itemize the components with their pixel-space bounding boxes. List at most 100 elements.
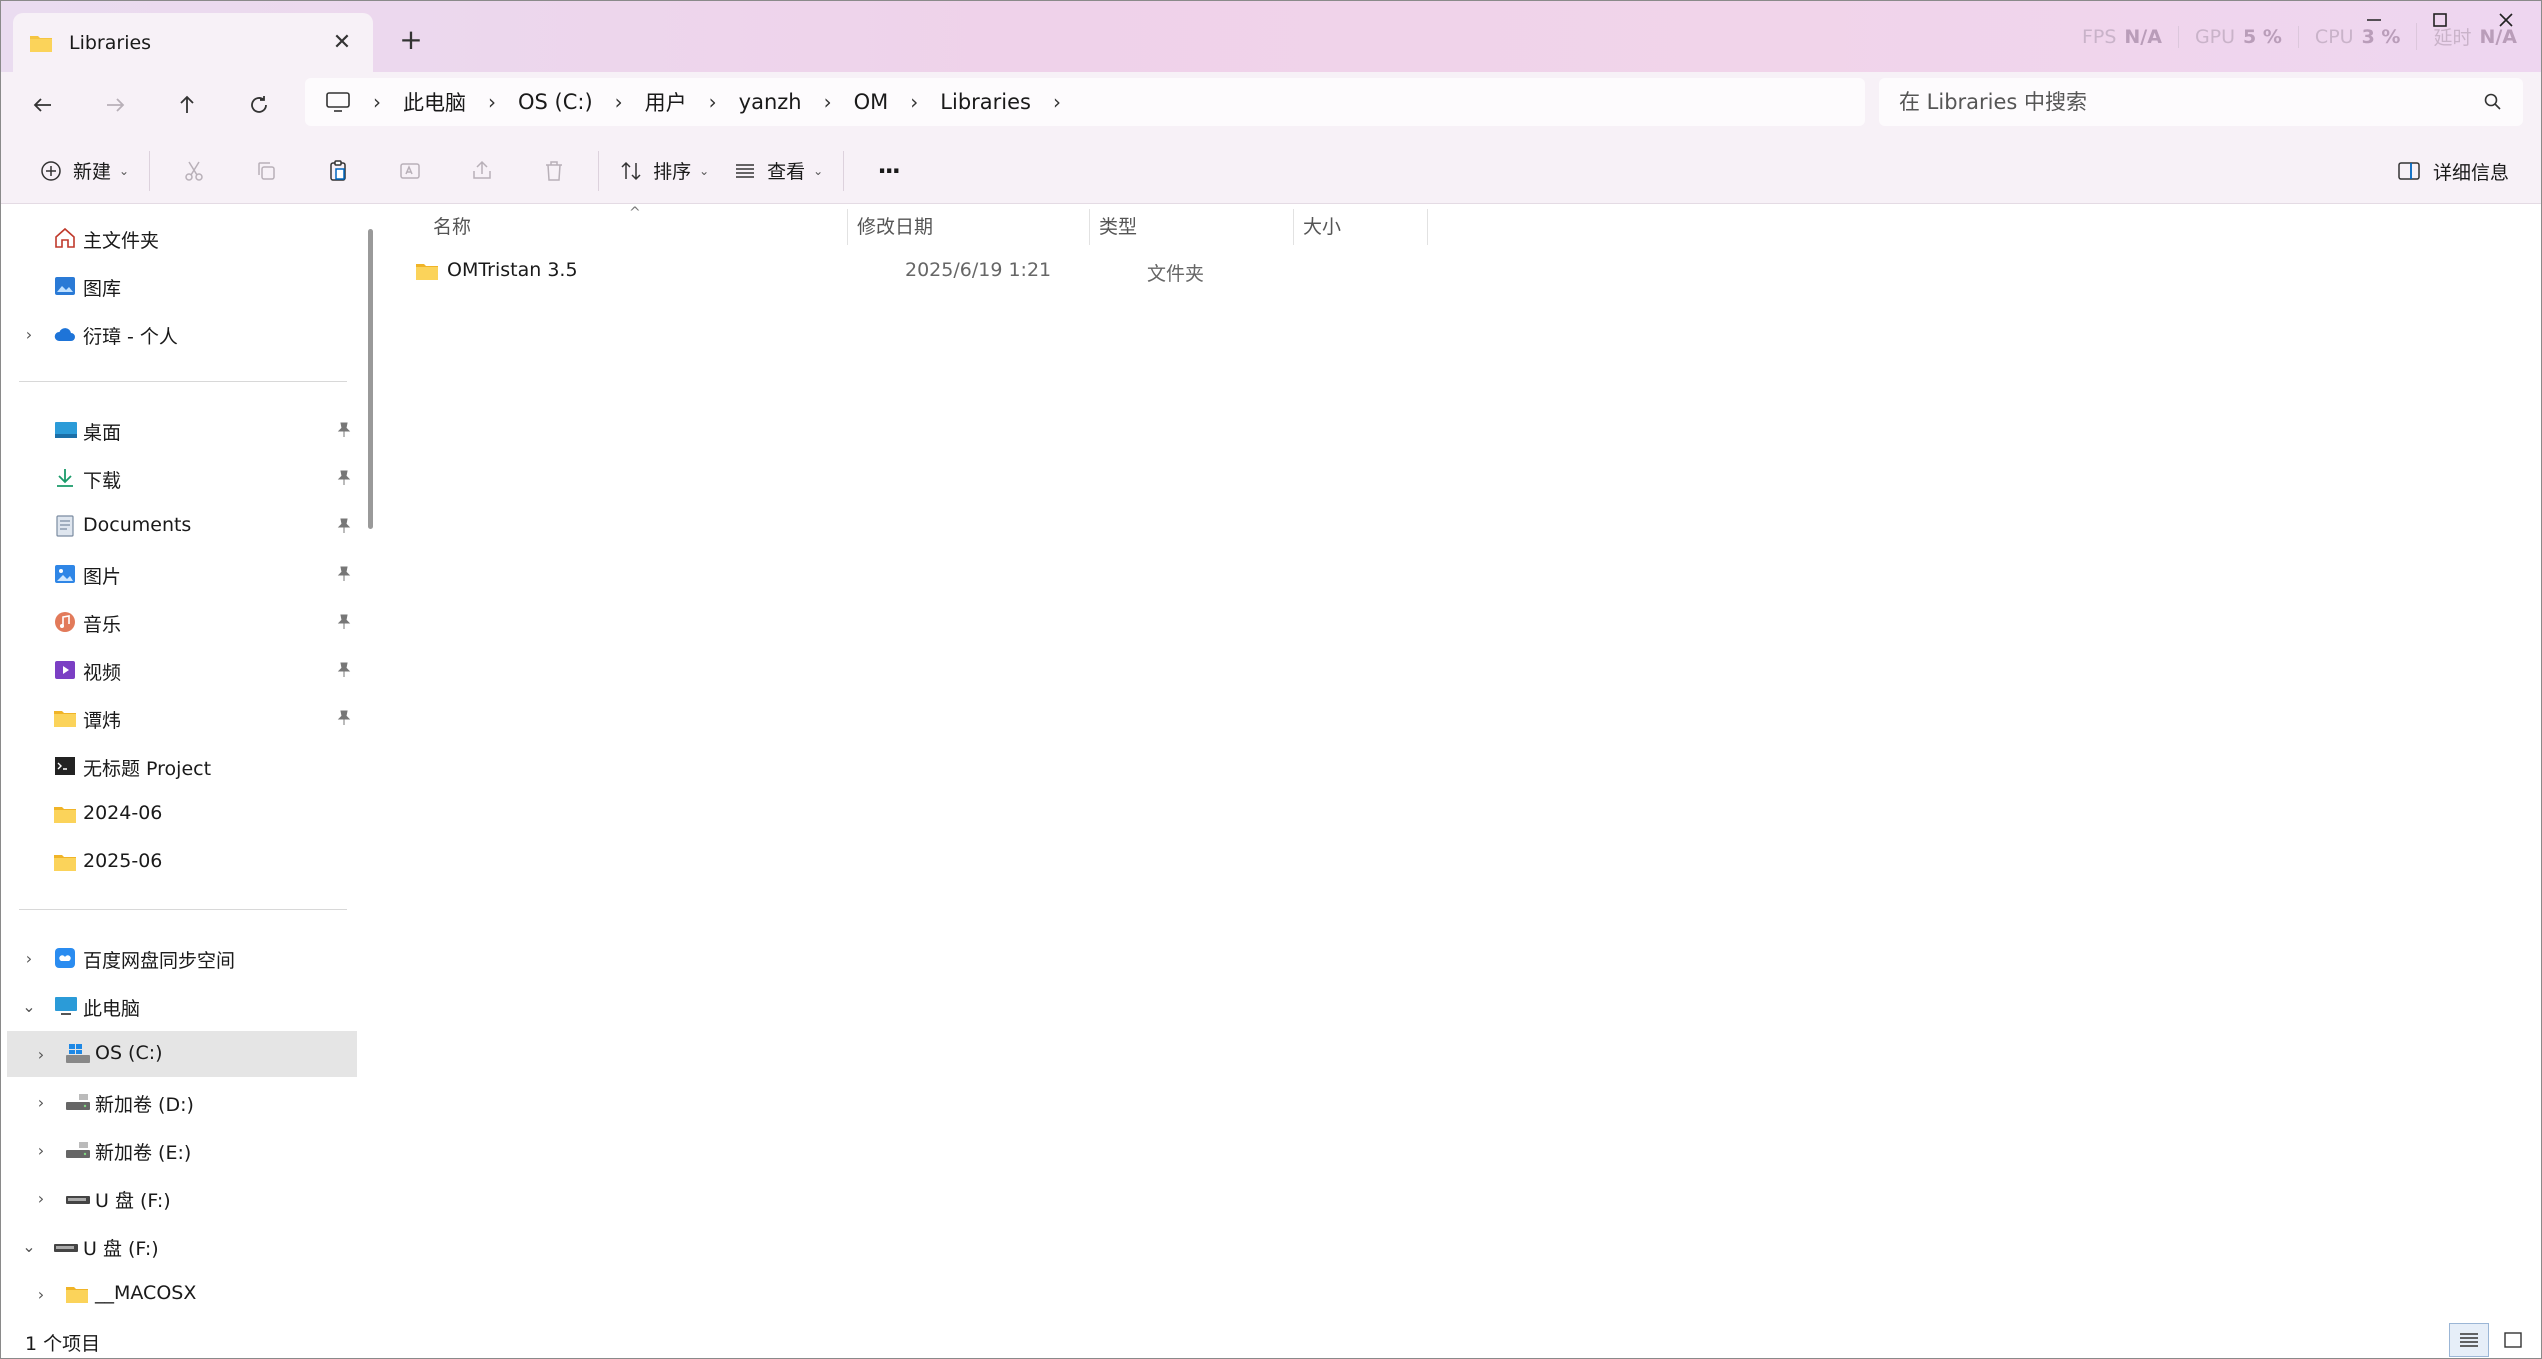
sidebar-item-label: U 盘 (F:): [95, 1190, 171, 1212]
sidebar-item[interactable]: 桌面: [7, 407, 357, 453]
view-button[interactable]: 查看 ⌄: [721, 146, 835, 196]
maximize-button[interactable]: [2427, 7, 2453, 33]
sort-button[interactable]: 排序 ⌄: [607, 146, 721, 196]
up-button[interactable]: [151, 80, 223, 130]
sidebar-item[interactable]: 2024-06: [7, 791, 357, 837]
chevron-right-icon[interactable]: ›: [29, 1090, 53, 1114]
minimize-button[interactable]: [2361, 7, 2387, 33]
breadcrumb-item[interactable]: 此电脑: [403, 87, 466, 117]
cut-button[interactable]: [158, 146, 230, 196]
refresh-button[interactable]: [223, 80, 295, 130]
perf-label: GPU: [2194, 25, 2236, 48]
content-scrollbar[interactable]: [2527, 205, 2541, 1319]
pin-icon[interactable]: [335, 709, 353, 727]
sidebar-item[interactable]: 谭炜: [7, 695, 357, 741]
perf-value: N/A: [2124, 25, 2162, 48]
sidebar-item[interactable]: › 新加卷 (D:): [7, 1079, 357, 1125]
share-button[interactable]: [446, 146, 518, 196]
delete-button[interactable]: [518, 146, 590, 196]
sidebar-item-label: 下载: [83, 470, 122, 492]
computer-icon[interactable]: [325, 91, 351, 113]
chevron-right-icon[interactable]: ›: [17, 946, 41, 970]
breadcrumb-separator[interactable]: ›: [910, 90, 918, 114]
chevron-right-icon[interactable]: ›: [17, 322, 41, 346]
pin-icon[interactable]: [335, 565, 353, 583]
more-options-button[interactable]: ···: [852, 146, 924, 196]
tab-libraries[interactable]: Libraries ✕: [13, 13, 373, 72]
breadcrumb-item[interactable]: 用户: [645, 87, 687, 117]
address-bar[interactable]: › 此电脑 › OS (C:) › 用户 › yanzh › OM › Libraries ›: [305, 78, 1865, 126]
chevron-down-icon[interactable]: ⌄: [17, 1234, 41, 1258]
pin-icon[interactable]: [335, 661, 353, 679]
breadcrumb-separator[interactable]: ›: [709, 90, 717, 114]
navigation-pane: 主文件夹 图库 › 衍璋 - 个人桌面下载 Documents 图片 音乐 视频 谭炜 无标题 P…: [1, 205, 371, 1319]
breadcrumb-separator[interactable]: ›: [373, 90, 381, 114]
column-header-date[interactable]: 修改日期: [857, 205, 933, 245]
column-divider[interactable]: [1293, 209, 1294, 245]
column-divider[interactable]: [1427, 209, 1428, 245]
close-tab-button[interactable]: ✕: [327, 28, 357, 58]
sidebar-item[interactable]: › 新加卷 (E:): [7, 1127, 357, 1173]
sidebar-item[interactable]: 图片: [7, 551, 357, 597]
sidebar-item[interactable]: 下载: [7, 455, 357, 501]
back-button[interactable]: [7, 80, 79, 130]
breadcrumb-item[interactable]: OM: [854, 90, 889, 114]
close-window-button[interactable]: [2493, 7, 2519, 33]
sidebar-scrollbar[interactable]: [368, 229, 373, 529]
sidebar-item[interactable]: 无标题 Project: [7, 743, 357, 789]
copy-button[interactable]: [230, 146, 302, 196]
chevron-down-icon[interactable]: ⌄: [17, 994, 41, 1018]
close-icon: [2499, 13, 2513, 27]
details-view-button[interactable]: [2449, 1323, 2489, 1357]
sidebar-item[interactable]: ⌄ U 盘 (F:): [7, 1223, 357, 1269]
column-divider[interactable]: [847, 209, 848, 245]
refresh-icon: [251, 96, 267, 113]
pin-icon[interactable]: [335, 421, 353, 439]
search-input[interactable]: [1899, 90, 2483, 114]
chevron-right-icon[interactable]: ›: [29, 1138, 53, 1162]
chevron-right-icon[interactable]: ›: [29, 1186, 53, 1210]
breadcrumb-item[interactable]: OS (C:): [518, 90, 593, 114]
table-row[interactable]: OMTristan 3.5 2025/6/19 1:21 文件夹: [407, 253, 1807, 289]
new-tab-button[interactable]: +: [393, 21, 429, 57]
sidebar-item-label: __MACOSX: [95, 1282, 197, 1304]
sidebar-item-label: 桌面: [83, 422, 122, 444]
sidebar-item[interactable]: › U 盘 (F:): [7, 1175, 357, 1221]
column-header-name[interactable]: 名称: [433, 205, 471, 245]
paste-button[interactable]: [302, 146, 374, 196]
pin-icon[interactable]: [335, 517, 353, 535]
sidebar-item[interactable]: 音乐: [7, 599, 357, 645]
breadcrumb-item[interactable]: yanzh: [739, 90, 802, 114]
search-icon[interactable]: [2483, 92, 2503, 112]
forward-button[interactable]: [79, 80, 151, 130]
new-button[interactable]: 新建 ⌄: [27, 146, 141, 196]
sidebar-item[interactable]: ⌄ 此电脑: [7, 983, 357, 1029]
sidebar-item[interactable]: Documents: [7, 503, 357, 549]
breadcrumb-separator[interactable]: ›: [488, 90, 496, 114]
breadcrumb-separator[interactable]: ›: [824, 90, 832, 114]
chevron-right-icon[interactable]: ›: [29, 1042, 53, 1066]
search-box: [1879, 78, 2523, 126]
sidebar-item[interactable]: › 衍璋 - 个人: [7, 311, 357, 357]
chevron-right-icon[interactable]: ›: [29, 1282, 53, 1306]
tiles-view-button[interactable]: [2493, 1323, 2533, 1357]
sidebar-item[interactable]: 2025-06: [7, 839, 357, 885]
column-divider[interactable]: [1089, 209, 1090, 245]
sidebar-item[interactable]: 图库: [7, 263, 357, 309]
sidebar-item[interactable]: 视频: [7, 647, 357, 693]
pin-icon[interactable]: [335, 613, 353, 631]
sidebar-item[interactable]: › 百度网盘同步空间: [7, 935, 357, 981]
tab-title: Libraries: [69, 31, 152, 54]
details-pane-button[interactable]: 详细信息: [2397, 146, 2509, 196]
breadcrumb-item[interactable]: Libraries: [940, 90, 1031, 114]
rename-button[interactable]: [374, 146, 446, 196]
sidebar-item[interactable]: › __MACOSX: [7, 1271, 357, 1317]
column-header-size[interactable]: 大小: [1303, 205, 1341, 245]
sidebar-item[interactable]: › OS (C:): [7, 1031, 357, 1077]
column-header-type[interactable]: 类型: [1099, 205, 1137, 245]
sidebar-item[interactable]: 主文件夹: [7, 215, 357, 261]
breadcrumb-separator[interactable]: ›: [615, 90, 623, 114]
tiles-view-icon: [2504, 1332, 2522, 1348]
pin-icon[interactable]: [335, 469, 353, 487]
breadcrumb-separator[interactable]: ›: [1053, 90, 1061, 114]
